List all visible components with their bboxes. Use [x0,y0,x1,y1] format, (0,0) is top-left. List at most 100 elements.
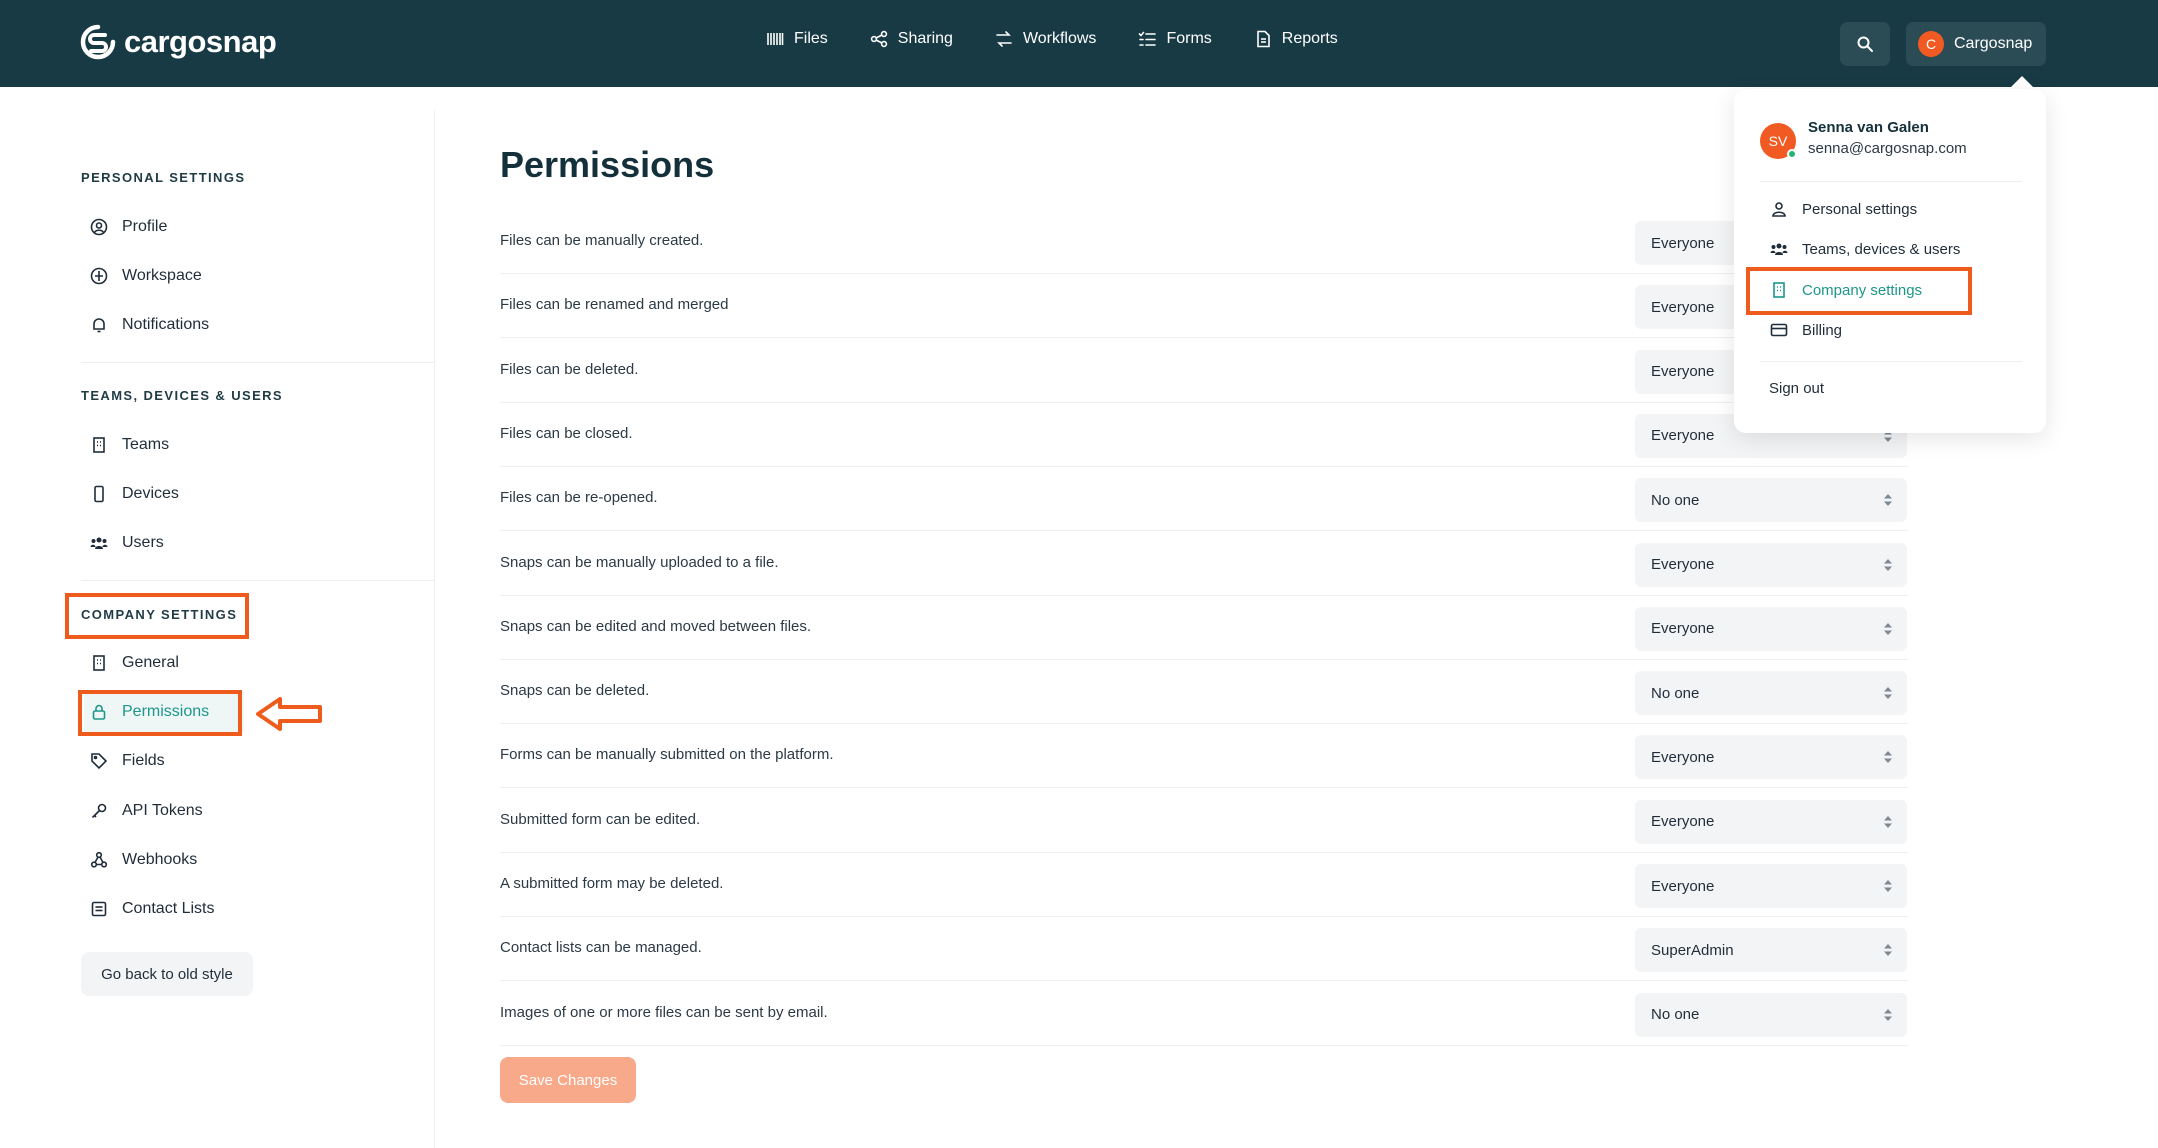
nav-sharing-label: Sharing [897,30,953,47]
sidebar-item-users[interactable]: Users [84,523,244,563]
permission-select-value: Everyone [1651,748,1715,766]
nav-files-label: Files [794,30,828,47]
phone-icon [94,485,104,503]
permission-row: Snaps can be deleted. No one [500,660,1908,725]
sidebar-item-label: Teams [122,436,170,453]
credit-card-icon [1770,323,1788,337]
sort-arrows-icon [1884,944,1892,957]
page-title: Permissions [500,144,715,185]
dropdown-user-info: SV Senna van Galen senna@cargosnap.com [1760,119,1967,159]
building-icon [93,655,105,671]
menu-item-label: Teams, devices & users [1802,240,1961,258]
compass-icon [90,267,108,285]
sort-arrows-icon [1884,751,1892,764]
permission-label: Snaps can be manually uploaded to a file… [500,553,779,571]
main-nav: Files Sharing Workflows Forms Reports [766,30,1338,48]
permission-select[interactable]: Everyone [1635,799,1907,844]
dropdown-divider [1760,361,2022,362]
permission-select-value: Everyone [1651,556,1715,573]
sidebar-item-workspace[interactable]: Workspace [84,256,244,296]
permission-select-value: Everyone [1651,620,1715,638]
permission-row: Images of one or more files can be sent … [500,982,1908,1046]
permission-select[interactable]: SuperAdmin [1635,928,1907,973]
nav-forms-label: Forms [1166,30,1212,47]
nav-forms[interactable]: Forms [1138,30,1212,48]
sidebar-item-contact-lists[interactable]: Contact Lists [84,889,274,929]
account-menu-button[interactable]: C Cargosnap [1906,22,2046,66]
permission-select-value: Everyone [1651,363,1715,381]
nav-files[interactable]: Files [766,30,828,48]
cargosnap-logo[interactable]: cargosnap [80,24,277,60]
search-button[interactable] [1840,22,1890,66]
tag-icon [91,753,108,770]
user-avatar-initials: SV [1768,133,1788,149]
sort-arrows-icon [1884,815,1892,828]
permission-row: Submitted form can be edited. Everyone [500,789,1908,853]
permission-row: Snaps can be edited and moved between fi… [500,596,1908,660]
permission-row: Contact lists can be managed. SuperAdmin [500,917,1908,982]
permission-select-value: No one [1651,491,1700,509]
permission-select[interactable]: No one [1635,671,1907,716]
sidebar-item-fields[interactable]: Fields [84,741,244,781]
permission-select[interactable]: No one [1635,992,1907,1037]
permission-label: Submitted form can be edited. [500,810,701,828]
sidebar-item-webhooks[interactable]: Webhooks [84,840,244,880]
permission-select[interactable]: Everyone [1635,606,1907,651]
sort-arrows-icon [1884,687,1892,700]
permission-select[interactable]: No one [1635,478,1907,523]
go-back-old-style-button[interactable]: Go back to old style [81,952,253,996]
permissions-highlight [78,690,242,736]
permission-select[interactable]: Everyone [1635,542,1907,587]
permission-row: A submitted form may be deleted. Everyone [500,853,1908,917]
nav-workflows[interactable]: Workflows [995,30,1096,48]
user-avatar: SV [1760,123,1797,159]
workflow-icon [996,31,1012,47]
arrow-left-icon [256,697,322,731]
menu-item-teams-devices-users[interactable]: Teams, devices & users [1770,240,1960,258]
sort-arrows-icon [1884,558,1892,571]
account-label: Cargosnap [1954,35,2033,52]
nav-reports-label: Reports [1281,30,1338,47]
online-status-dot [1787,149,1797,159]
save-changes-button[interactable]: Save Changes [500,1057,636,1103]
permission-label: A submitted form may be deleted. [500,875,724,892]
nav-reports[interactable]: Reports [1254,30,1338,48]
dropdown-divider [1760,181,2022,182]
menu-item-billing[interactable]: Billing [1770,321,1842,339]
permission-select-value: No one [1651,684,1700,702]
menu-item-personal-settings[interactable]: Personal settings [1770,200,1917,218]
nav-sharing[interactable]: Sharing [870,30,953,48]
company-settings-menu-highlight [1746,267,1972,315]
dropdown-caret [2008,76,2036,90]
permission-label: Files can be renamed and merged [500,296,729,314]
sidebar-item-teams[interactable]: Teams [84,425,244,465]
permission-row: Files can be re-opened. No one [500,467,1908,532]
permission-label: Files can be closed. [500,424,633,442]
cargosnap-logo-icon [80,24,116,60]
sidebar-item-label: Notifications [122,316,210,333]
sidebar-item-devices[interactable]: Devices [84,474,244,514]
sign-out-link[interactable]: Sign out [1769,380,1824,397]
sidebar-item-notifications[interactable]: Notifications [84,305,244,345]
permission-select-value: Everyone [1651,877,1715,895]
sort-arrows-icon [1884,1008,1892,1021]
sort-arrows-icon [1884,880,1892,892]
sidebar-item-api-tokens[interactable]: API Tokens [84,791,244,831]
sidebar-item-label: General [122,654,179,671]
permission-select-value: No one [1651,1006,1700,1024]
permission-label: Snaps can be deleted. [500,682,650,700]
permission-row: Files can be closed. Everyone [500,403,1908,467]
personal-settings-heading: PERSONAL SETTINGS [81,170,246,185]
permission-select[interactable]: Everyone [1635,864,1907,908]
permission-label: Contact lists can be managed. [500,939,702,957]
sidebar-item-label: Contact Lists [122,900,215,917]
account-dropdown-menu: SV Senna van Galen senna@cargosnap.com P… [1734,89,2046,433]
permission-select[interactable]: Everyone [1635,735,1907,780]
permission-label: Images of one or more files can be sent … [500,1003,828,1021]
user-email: senna@cargosnap.com [1808,140,1967,157]
webhook-icon [90,851,108,868]
report-icon [1256,30,1270,48]
permission-row: Files can be manually created. Everyone [500,210,1908,274]
sidebar-item-profile[interactable]: Profile [84,207,244,247]
sidebar-item-general[interactable]: General [84,643,244,683]
